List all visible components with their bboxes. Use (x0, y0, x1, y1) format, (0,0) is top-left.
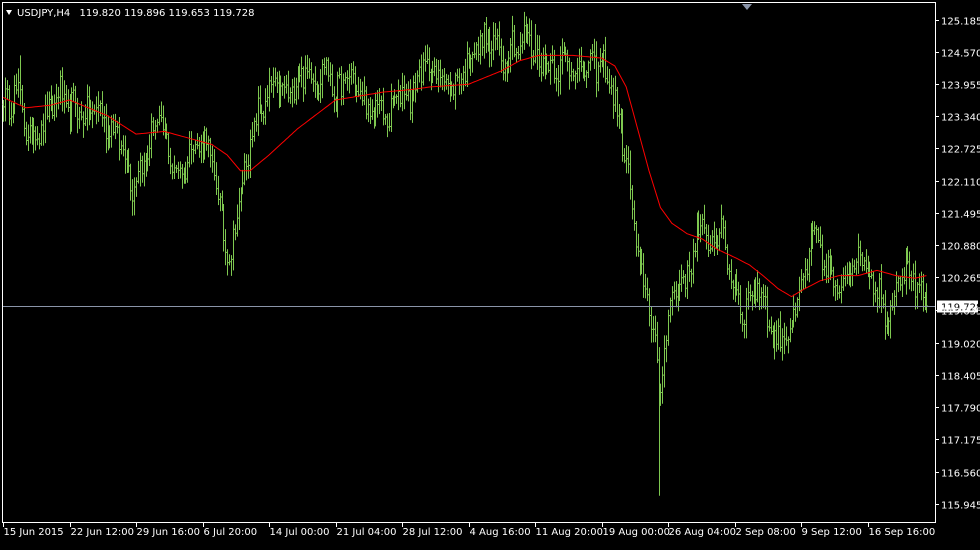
price-chart[interactable]: 119.728 115.945116.560117.175117.790118.… (0, 0, 980, 550)
price-axis-label: 121.495 (941, 210, 980, 221)
price-axis-label: 120.880 (941, 242, 980, 253)
price-axis-label: 115.945 (941, 501, 980, 512)
time-axis-label: 11 Aug 20:00 (536, 527, 603, 538)
price-axis-label: 117.175 (941, 436, 980, 447)
time-axis-label: 2 Sep 08:00 (736, 527, 796, 538)
price-axis-label: 119.635 (941, 307, 980, 318)
price-axis-label: 125.185 (941, 17, 980, 28)
ohlc-label: 119.820 119.896 119.653 119.728 (79, 8, 254, 19)
symbol-label: USDJPY,H4 (17, 8, 70, 19)
time-axis-label: 19 Aug 00:00 (603, 527, 670, 538)
time-axis-label: 4 Aug 16:00 (470, 527, 531, 538)
price-axis-label: 122.725 (941, 145, 980, 156)
time-axis-label: 21 Jul 04:00 (337, 527, 397, 538)
price-axis-label: 120.265 (941, 274, 980, 285)
price-axis-label: 122.110 (941, 178, 980, 189)
price-axis-label: 124.570 (941, 49, 980, 60)
chart-header: USDJPY,H4 119.820 119.896 119.653 119.72… (6, 8, 254, 19)
time-axis-label: 16 Sep 16:00 (869, 527, 936, 538)
time-axis-label: 15 Jun 2015 (4, 527, 64, 538)
time-axis-label: 6 Jul 20:00 (204, 527, 258, 538)
time-axis-label: 9 Sep 12:00 (802, 527, 862, 538)
time-axis-label: 22 Jun 12:00 (71, 527, 135, 538)
chart-header-text: USDJPY,H4 119.820 119.896 119.653 119.72… (17, 8, 254, 19)
price-axis-label: 119.020 (941, 340, 980, 351)
time-axis-label: 26 Aug 04:00 (669, 527, 736, 538)
time-axis-label: 29 Jun 16:00 (137, 527, 201, 538)
time-axis-label: 28 Jul 12:00 (403, 527, 463, 538)
price-axis-label: 123.955 (941, 81, 980, 92)
price-axis-label: 116.560 (941, 469, 980, 480)
price-axis-label: 117.790 (941, 404, 980, 415)
time-axis-label: 14 Jul 00:00 (270, 527, 330, 538)
price-axis-label: 118.405 (941, 372, 980, 383)
price-axis-label: 123.340 (941, 113, 980, 124)
